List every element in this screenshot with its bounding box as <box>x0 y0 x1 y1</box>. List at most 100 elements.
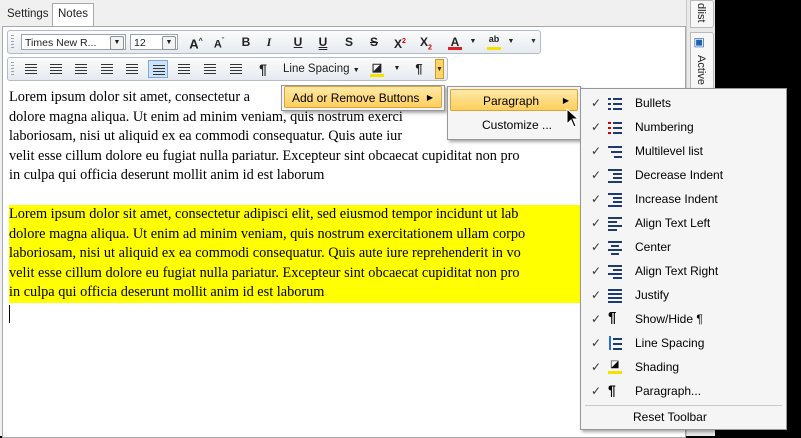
justify-icon <box>608 288 622 303</box>
chevron-down-icon[interactable]: ▼ <box>506 33 516 51</box>
decrease-indent-button[interactable] <box>97 60 117 78</box>
bullets-icon <box>25 64 37 74</box>
chevron-down-icon[interactable]: ▼ <box>468 33 478 51</box>
check-icon: ✓ <box>591 384 602 398</box>
numbering-button[interactable] <box>46 60 66 78</box>
justify-button[interactable] <box>226 60 246 78</box>
font-name-select[interactable]: Times New R... ▼ <box>21 34 126 50</box>
toolbar-grip[interactable] <box>11 35 14 49</box>
menu-item-multilevel-list[interactable]: ✓ Multilevel list <box>583 139 784 163</box>
menu-item-shading[interactable]: ✓ ◪ Shading <box>583 355 784 379</box>
tab-notes[interactable]: Notes <box>52 3 95 27</box>
text-line: velit esse cillum dolore eu fugiat nulla… <box>9 147 520 164</box>
menu-item-decrease-indent[interactable]: ✓ Decrease Indent <box>583 163 784 187</box>
underline-button[interactable]: U <box>288 33 308 51</box>
increase-indent-icon <box>608 192 622 207</box>
menu-item-show-hide[interactable]: ✓ ¶ Show/Hide ¶ <box>583 307 784 331</box>
shrink-font-button[interactable]: Aˇ <box>209 33 229 51</box>
strikethrough-button[interactable]: S <box>339 33 359 51</box>
check-icon: ✓ <box>591 336 602 350</box>
font-name-value: Times New R... <box>25 37 97 49</box>
align-left-icon <box>153 65 165 75</box>
show-hide-button[interactable]: ¶ <box>253 60 273 78</box>
formatting-toolbar: Times New R... ▼ 12 ▼ A^ Aˇ B I U U S S … <box>7 30 541 54</box>
align-right-icon <box>204 64 216 74</box>
check-icon: ✓ <box>591 312 602 326</box>
double-underline-button[interactable]: U <box>313 33 333 51</box>
chevron-down-icon[interactable]: ▼ <box>392 60 402 78</box>
multilevel-list-icon <box>75 64 87 74</box>
menu-item-numbering[interactable]: ✓ Numbering <box>583 115 784 139</box>
align-center-icon <box>608 240 622 255</box>
increase-indent-button[interactable] <box>122 60 142 78</box>
paragraph-settings-icon: ¶ <box>415 61 423 76</box>
chevron-down-icon[interactable]: ▼ <box>110 36 124 50</box>
highlighted-line: dolore magna aliqua. Ut enim ad minim ve… <box>9 224 584 244</box>
menu-item-label: Decrease Indent <box>635 168 724 182</box>
multilevel-list-button[interactable] <box>71 60 91 78</box>
menu-item-label: Line Spacing <box>635 336 705 350</box>
side-tab-dlist[interactable]: dlist <box>690 0 714 28</box>
menu-item-add-remove-buttons[interactable]: Add or Remove Buttons ▶ <box>284 86 442 108</box>
toolbar-grip[interactable] <box>11 62 14 76</box>
double-strikethrough-button[interactable]: S <box>364 33 384 51</box>
align-left-icon <box>608 216 622 231</box>
font-size-select[interactable]: 12 ▼ <box>130 34 178 50</box>
menu-item-justify[interactable]: ✓ Justify <box>583 283 784 307</box>
subscript-icon: X <box>420 35 429 49</box>
text-line: in culpa qui officia deserunt mollit ani… <box>9 167 325 183</box>
clipboard-icon: ▣ <box>693 37 707 49</box>
increase-indent-icon <box>126 64 138 74</box>
font-color-button[interactable]: A <box>445 33 465 51</box>
menu-item-align-text-left[interactable]: ✓ Align Text Left <box>583 211 784 235</box>
menu-item-paragraph-settings[interactable]: ✓ ¶ Paragraph... <box>583 379 784 403</box>
check-icon: ✓ <box>591 144 602 158</box>
menu-item-align-text-right[interactable]: ✓ Align Text Right <box>583 259 784 283</box>
menu-item-label: Paragraph... <box>635 384 702 398</box>
decrease-indent-icon <box>608 168 622 183</box>
menu-item-line-spacing[interactable]: ✓ Line Spacing <box>583 331 784 355</box>
side-tab-active[interactable]: ▣ Active <box>690 32 714 96</box>
superscript-icon: X <box>394 37 403 51</box>
menu-item-customize[interactable]: Customize ... <box>450 113 578 137</box>
menu-item-bullets[interactable]: ✓ Bullets <box>583 91 784 115</box>
multilevel-list-icon <box>608 144 622 158</box>
superscript-button[interactable]: X2 <box>390 33 410 51</box>
toolbar-overflow-button[interactable]: ▼ <box>435 59 444 79</box>
menu-item-increase-indent[interactable]: ✓ Increase Indent <box>583 187 784 211</box>
menu-item-reset-toolbar[interactable]: Reset Toolbar <box>583 405 784 429</box>
paragraph-settings-icon: ¶ <box>608 382 616 398</box>
highlight-button[interactable]: ab <box>484 33 504 51</box>
check-icon: ✓ <box>591 240 602 254</box>
align-center-button[interactable] <box>174 60 194 78</box>
paragraph-settings-button[interactable]: ¶ <box>409 60 429 78</box>
chevron-down-icon[interactable]: ▼ <box>162 36 176 50</box>
align-center-icon <box>178 64 190 74</box>
italic-button[interactable]: I <box>259 33 279 51</box>
bullets-button[interactable] <box>21 60 41 78</box>
menu-item-label: Add or Remove Buttons <box>292 91 420 105</box>
line-spacing-icon <box>608 336 622 350</box>
menu-item-label: Shading <box>635 360 680 374</box>
highlight-color-bar <box>487 47 501 50</box>
align-left-button[interactable] <box>148 60 168 78</box>
shading-button[interactable]: ◪ <box>367 60 387 78</box>
line-spacing-label: Line Spacing <box>283 63 350 75</box>
menu-item-label: Justify <box>635 288 670 302</box>
subscript-button[interactable]: X2 <box>416 33 436 51</box>
check-icon: ✓ <box>591 288 602 302</box>
numbering-icon <box>608 120 622 134</box>
toolbar-overflow-button[interactable]: ▼ <box>529 32 538 52</box>
bold-button[interactable]: B <box>236 33 256 51</box>
grow-font-button[interactable]: A^ <box>186 33 206 51</box>
text-caret <box>9 304 10 323</box>
line-spacing-button[interactable]: Line Spacing ▼ <box>283 61 360 77</box>
menu-item-paragraph[interactable]: Paragraph ▶ <box>450 89 578 111</box>
menu-item-label: Show/Hide ¶ <box>635 312 703 326</box>
toolbar-submenu: Paragraph ▶ Customize ... <box>447 86 581 140</box>
bullets-icon <box>608 96 622 110</box>
align-right-button[interactable] <box>200 60 220 78</box>
menu-item-label: Customize ... <box>482 118 553 132</box>
tab-settings[interactable]: Settings <box>2 4 54 25</box>
menu-item-center[interactable]: ✓ Center <box>583 235 784 259</box>
